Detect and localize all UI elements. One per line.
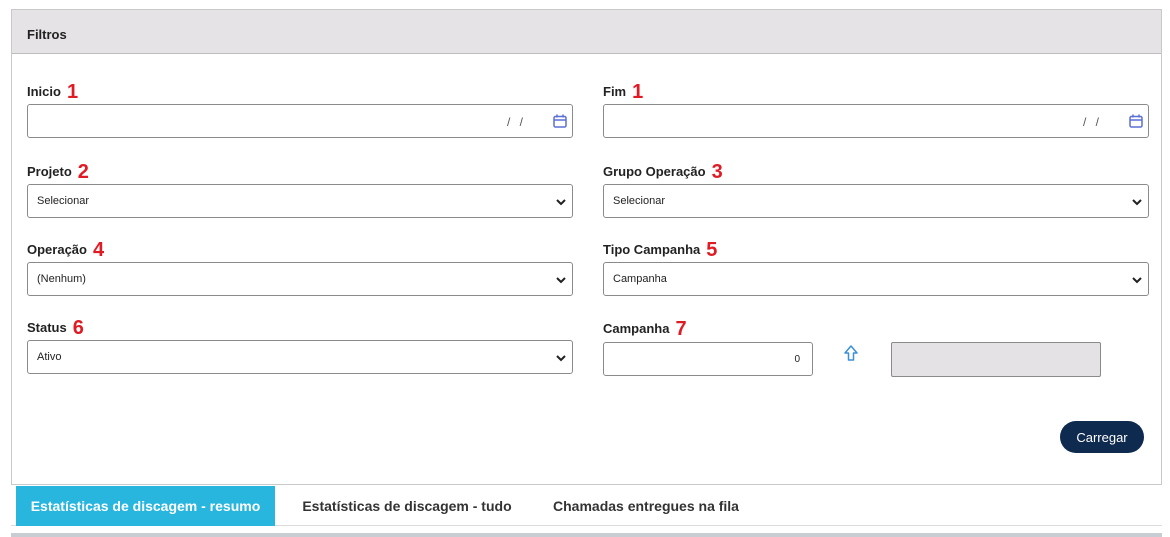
inicio-label: Inicio 1 — [27, 81, 79, 103]
annotation-number: 7 — [675, 318, 687, 340]
projeto-label: Projeto 2 — [27, 161, 89, 183]
chevron-down-icon — [556, 199, 566, 206]
date-placeholder: / / — [506, 115, 526, 129]
chevron-down-icon — [556, 277, 566, 284]
chevron-down-icon — [1132, 277, 1142, 284]
filters-panel: Filtros — [11, 9, 1162, 485]
campanha-input[interactable]: 0 — [603, 342, 813, 376]
chevron-down-icon — [556, 355, 566, 362]
annotation-number: 3 — [711, 161, 723, 183]
annotation-number: 4 — [92, 239, 105, 261]
grupo-operacao-label: Grupo Operação 3 — [603, 161, 723, 183]
annotation-number: 2 — [77, 161, 89, 183]
calendar-icon[interactable] — [1129, 114, 1143, 128]
annotation-number: 5 — [706, 239, 718, 261]
tipo-campanha-label: Tipo Campanha 5 — [603, 239, 718, 261]
campanha-display — [891, 342, 1101, 377]
campanha-label: Campanha 7 — [603, 318, 687, 340]
carregar-button[interactable]: Carregar — [1060, 421, 1144, 453]
date-placeholder: / / — [1082, 115, 1102, 129]
chevron-down-icon — [1132, 199, 1142, 206]
annotation-number: 1 — [632, 81, 644, 103]
panel-title: Filtros — [27, 27, 67, 42]
tab-bar: Estatísticas de discagem - resumo Estatí… — [11, 486, 1162, 526]
horizontal-scrollbar[interactable] — [11, 533, 1162, 537]
status-label: Status 6 — [27, 317, 84, 339]
fim-label: Fim 1 — [603, 81, 644, 103]
panel-header: Filtros — [12, 10, 1161, 54]
annotation-number: 6 — [72, 317, 84, 339]
operacao-select[interactable]: (Nenhum) — [27, 262, 573, 296]
grupo-operacao-select[interactable]: Selecionar — [603, 184, 1149, 218]
operacao-label: Operação 4 — [27, 239, 105, 261]
arrow-up-icon[interactable] — [843, 344, 859, 362]
fim-date-input[interactable]: / / — [603, 104, 1149, 138]
tab-estatisticas-resumo[interactable]: Estatísticas de discagem - resumo — [16, 486, 275, 526]
inicio-date-input[interactable]: / / — [27, 104, 573, 138]
calendar-icon[interactable] — [553, 114, 567, 128]
status-select[interactable]: Ativo — [27, 340, 573, 374]
tipo-campanha-select[interactable]: Campanha — [603, 262, 1149, 296]
tab-chamadas-fila[interactable]: Chamadas entregues na fila — [538, 486, 754, 526]
tab-estatisticas-tudo[interactable]: Estatísticas de discagem - tudo — [287, 486, 527, 526]
annotation-number: 1 — [66, 81, 79, 103]
projeto-select[interactable]: Selecionar — [27, 184, 573, 218]
